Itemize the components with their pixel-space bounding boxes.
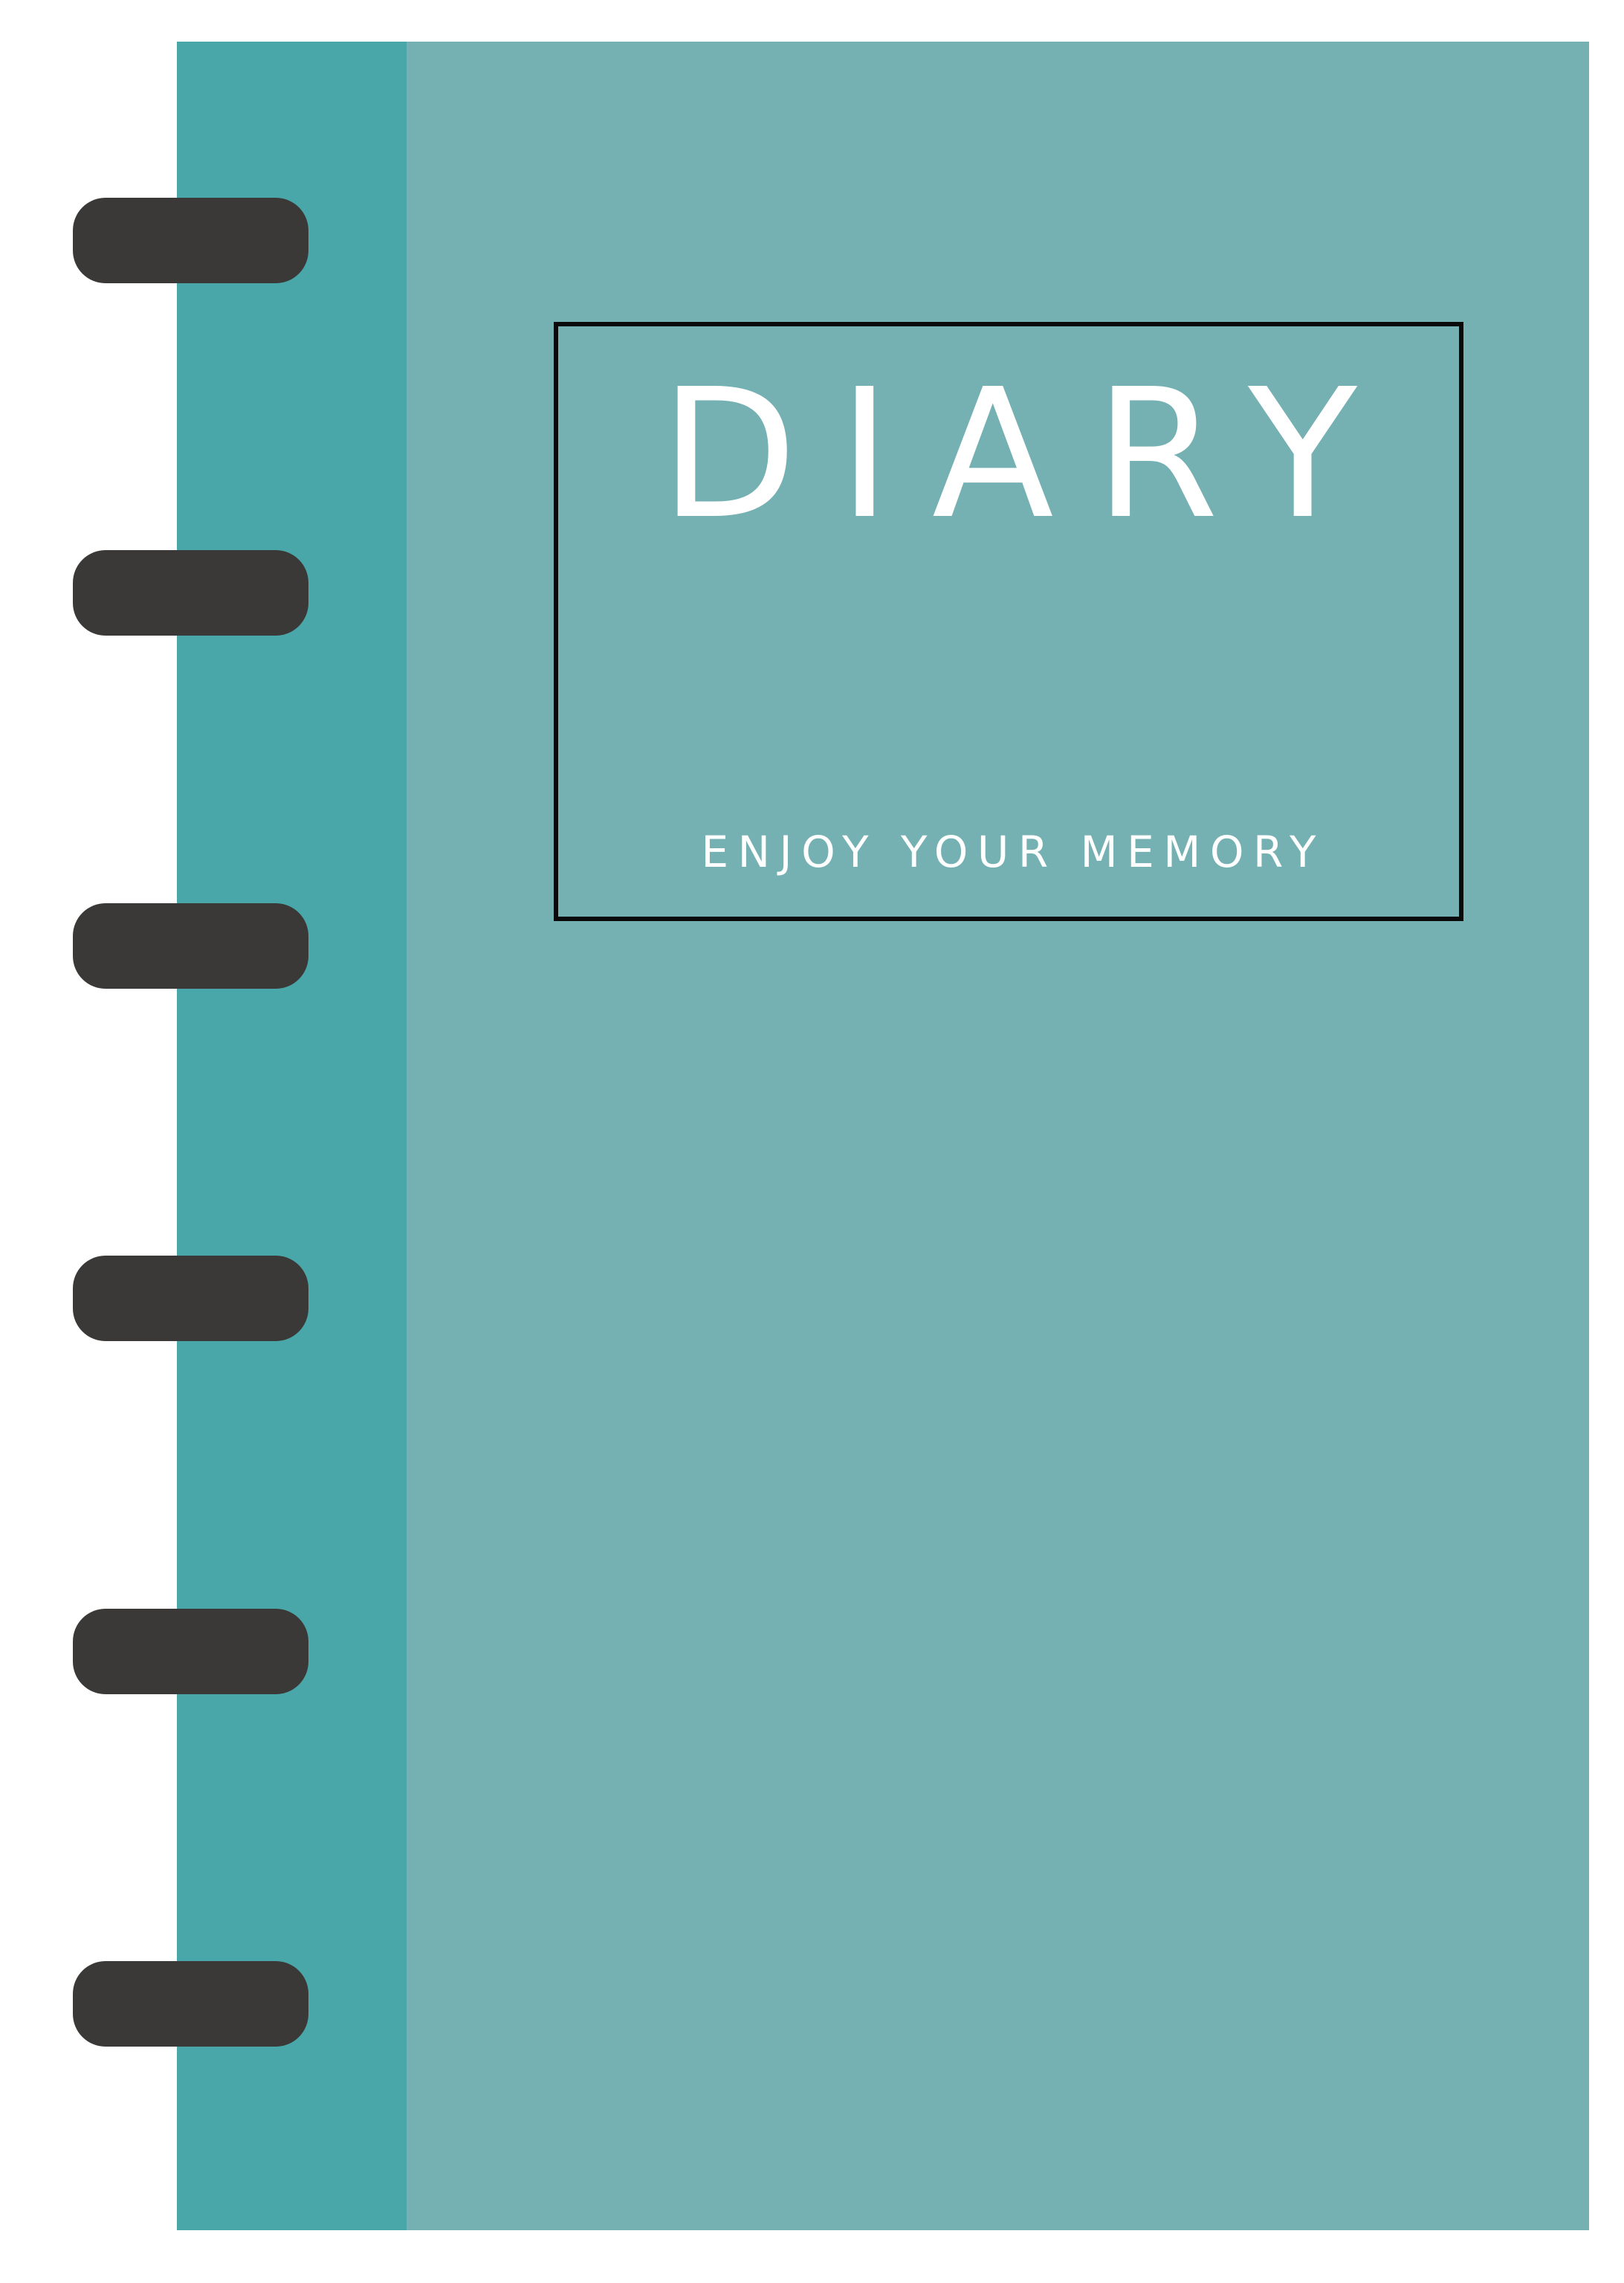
notebook-spine: [177, 42, 407, 2230]
cover-title: DIARY: [660, 350, 1398, 558]
binder-ring: [73, 198, 308, 283]
binder-ring: [73, 1609, 308, 1694]
binder-ring: [73, 1961, 308, 2047]
title-frame: DIARY ENJOY YOUR MEMORY: [554, 322, 1463, 921]
binder-ring: [73, 550, 308, 636]
binder-ring: [73, 903, 308, 989]
binder-ring: [73, 1256, 308, 1341]
cover-subtitle: ENJOY YOUR MEMORY: [701, 827, 1325, 877]
